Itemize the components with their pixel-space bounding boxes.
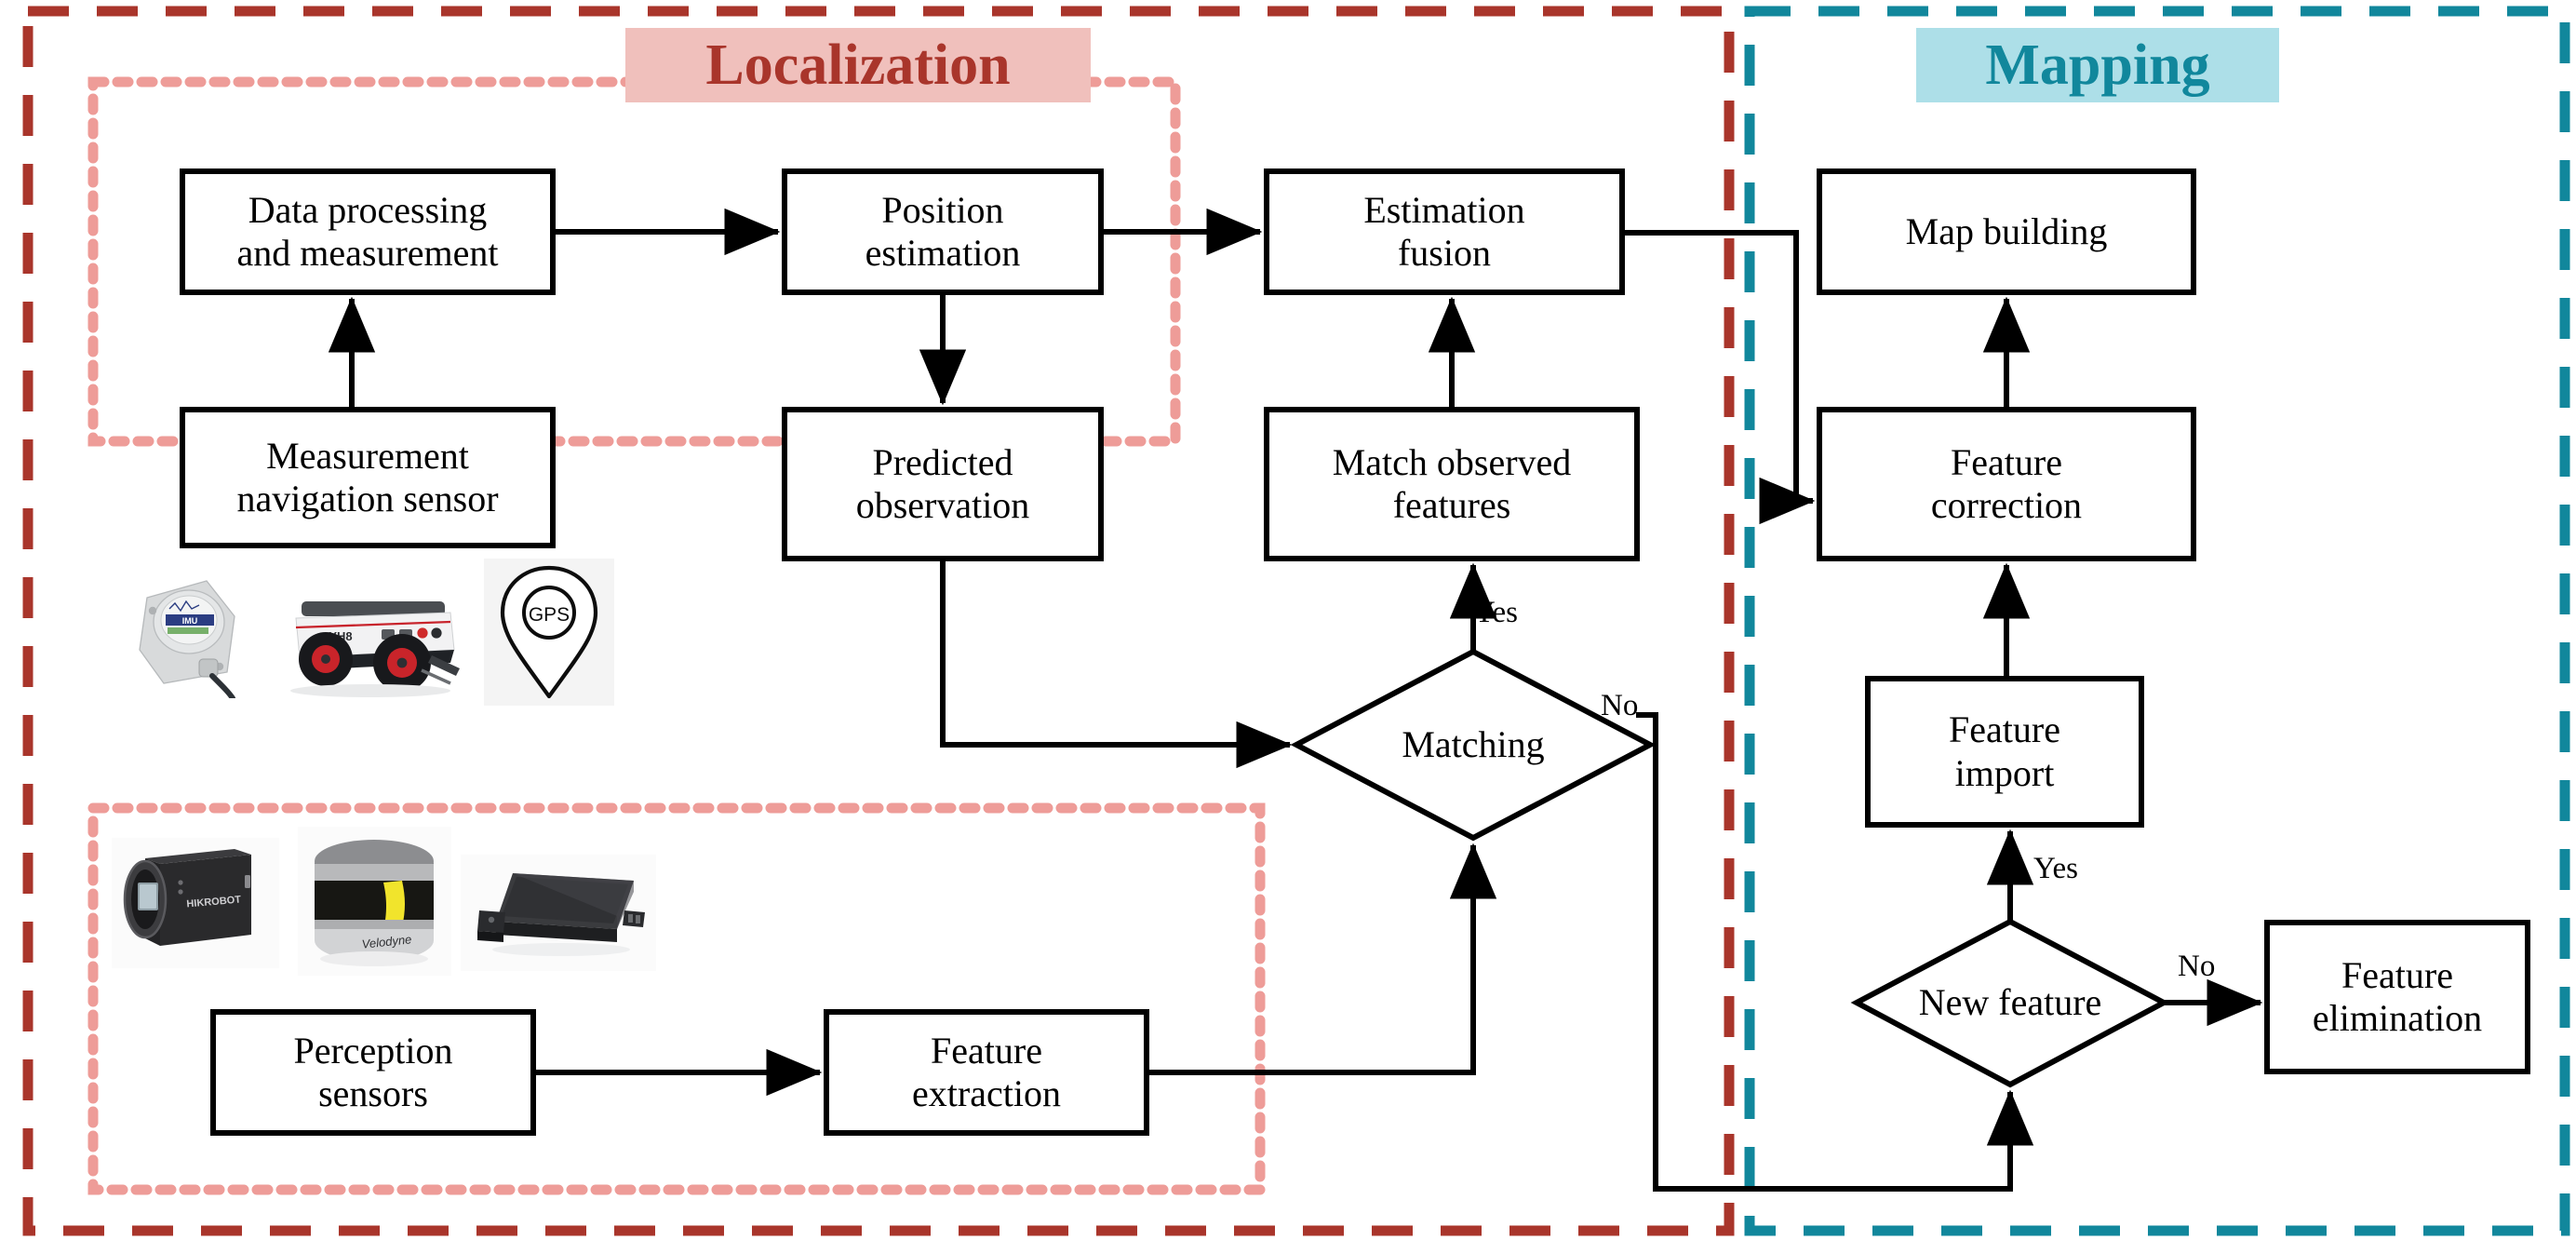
mapping-region-title: Mapping	[1916, 28, 2279, 102]
imu-sensor-photo: IMU	[130, 568, 251, 698]
node-feature-extraction[interactable]	[824, 1009, 1149, 1136]
node-feature-import[interactable]	[1865, 676, 2144, 828]
node-position-estimation[interactable]	[782, 168, 1104, 295]
node-matching-decision[interactable]	[1290, 648, 1657, 842]
camera-photo: HIKROBOT	[112, 838, 279, 968]
edge-label-new-feature-no: No	[2178, 950, 2216, 983]
node-feature-correction[interactable]	[1817, 407, 2196, 561]
edge-label-matching-yes: Yes	[1473, 596, 1519, 629]
gps-pin-photo: GPS	[484, 559, 614, 706]
node-measurement-navigation-sensor[interactable]	[180, 407, 556, 548]
node-match-observed-features[interactable]	[1264, 407, 1640, 561]
edge-label-new-feature-yes: Yes	[2033, 852, 2079, 885]
node-predicted-observation[interactable]	[782, 407, 1104, 561]
gps-pin-caption: GPS	[529, 604, 570, 626]
node-new-feature-decision[interactable]	[1850, 918, 2170, 1088]
node-data-processing[interactable]	[180, 168, 556, 295]
edge-label-matching-no: No	[1601, 689, 1639, 722]
radar-photo	[461, 855, 656, 971]
imu-sensor-caption: IMU	[182, 616, 198, 626]
lidar-photo: Velodyne	[298, 827, 451, 976]
robot-vehicle-photo: YH8	[268, 566, 473, 701]
node-perception-sensors[interactable]	[210, 1009, 536, 1136]
node-estimation-fusion[interactable]	[1264, 168, 1625, 295]
node-feature-elimination[interactable]	[2264, 920, 2530, 1074]
node-map-building[interactable]	[1817, 168, 2196, 295]
flowchart-canvas: Data processing and measurement Position…	[0, 0, 2576, 1240]
localization-region-title: Localization	[625, 28, 1091, 102]
